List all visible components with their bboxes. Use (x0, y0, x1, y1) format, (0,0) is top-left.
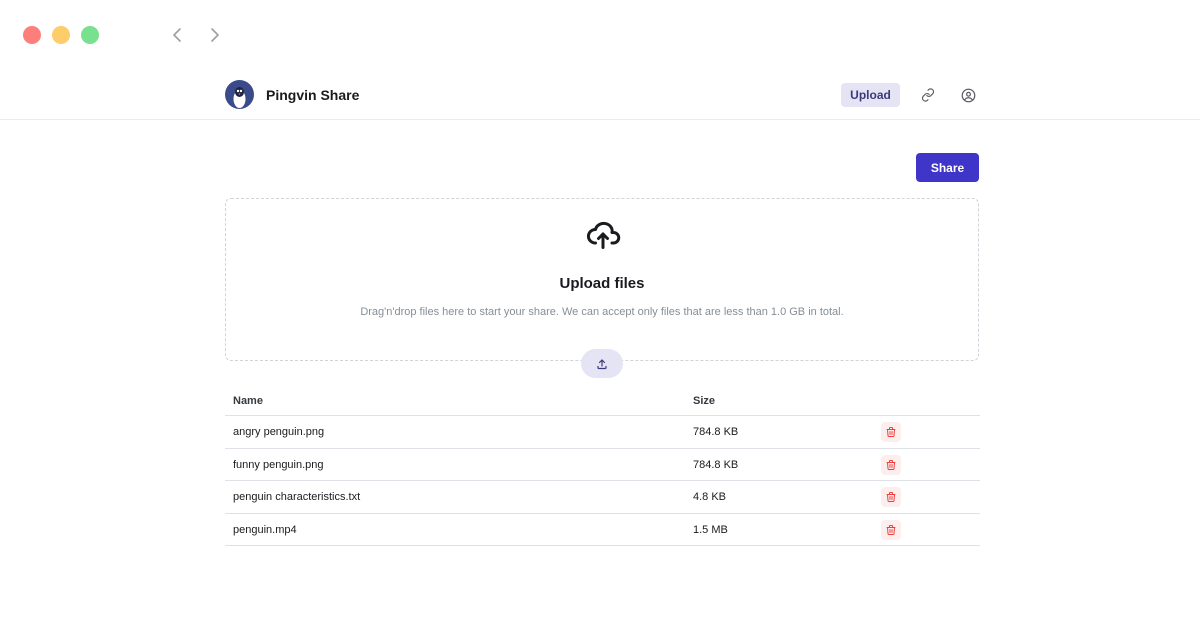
table-row: penguin.mp4 1.5 MB (225, 514, 980, 546)
chevron-left-icon (173, 28, 181, 42)
cloud-upload-icon (587, 221, 621, 249)
dropzone-title: Upload files (559, 275, 645, 292)
link-button[interactable] (917, 84, 939, 106)
file-table: Name Size angry penguin.png 784.8 KB fun… (225, 387, 980, 546)
window-titlebar (0, 0, 1200, 70)
column-header-name: Name (233, 395, 263, 407)
delete-file-button[interactable] (881, 487, 901, 507)
trash-icon (886, 492, 896, 502)
table-row: penguin characteristics.txt 4.8 KB (225, 481, 980, 514)
app-header: Pingvin Share Upload (0, 70, 1200, 120)
delete-file-button[interactable] (881, 454, 901, 475)
select-files-button[interactable] (581, 349, 623, 378)
upload-icon (597, 358, 607, 369)
table-row: funny penguin.png 784.8 KB (225, 449, 980, 481)
file-size: 784.8 KB (693, 426, 739, 438)
window-minimize-button[interactable] (52, 26, 70, 44)
file-name: funny penguin.png (233, 458, 324, 471)
file-size: 1.5 MB (693, 523, 728, 536)
window-maximize-button[interactable] (81, 26, 99, 44)
back-button[interactable] (167, 24, 187, 46)
user-circle-icon (961, 88, 975, 102)
trash-icon (886, 524, 896, 535)
file-name: penguin.mp4 (233, 523, 297, 536)
file-size: 4.8 KB (693, 491, 727, 503)
column-header-size: Size (693, 395, 716, 407)
file-name: angry penguin.png (233, 426, 325, 438)
user-menu-button[interactable] (957, 84, 979, 106)
window-close-button[interactable] (23, 26, 41, 44)
table-header: Name Size (225, 387, 980, 416)
delete-file-button[interactable] (881, 422, 901, 442)
trash-icon (886, 459, 896, 470)
forward-button[interactable] (205, 24, 225, 46)
chevron-right-icon (211, 28, 219, 42)
table-row: angry penguin.png 784.8 KB (225, 416, 980, 449)
delete-file-button[interactable] (881, 519, 901, 540)
file-size: 784.8 KB (693, 458, 739, 471)
upload-nav-button[interactable]: Upload (841, 83, 900, 107)
trash-icon (886, 427, 896, 437)
dropzone-subtitle: Drag'n'drop files here to start your sha… (360, 306, 844, 318)
app-title[interactable]: Pingvin Share (266, 87, 359, 103)
link-icon (921, 88, 935, 102)
file-dropzone[interactable]: Upload files Drag'n'drop files here to s… (225, 198, 979, 361)
file-name: penguin characteristics.txt (233, 491, 361, 503)
share-button[interactable]: Share (916, 153, 979, 182)
penguin-logo-icon[interactable] (225, 80, 254, 109)
